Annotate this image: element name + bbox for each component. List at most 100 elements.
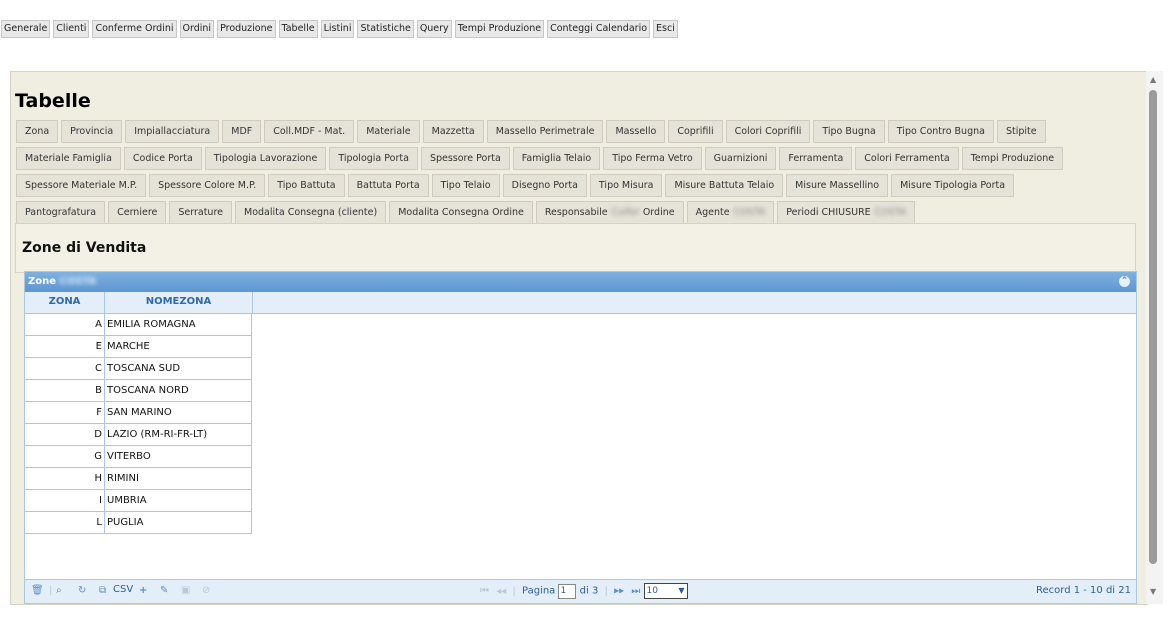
tab-label: Misure Massellino	[795, 180, 880, 191]
tab-label: Periodi CHIUSURE	[786, 207, 871, 218]
tab-serrature[interactable]: Serrature	[169, 201, 232, 224]
collapse-icon[interactable]: ⌃	[1119, 276, 1130, 287]
tab-materiale[interactable]: Materiale	[357, 120, 420, 143]
menu-item-ordini[interactable]: Ordini	[179, 20, 215, 38]
tab-impiallacciatura[interactable]: Impiallacciatura	[125, 120, 220, 143]
table-row[interactable]: L PUGLIA	[25, 512, 252, 534]
menu-item-tabelle[interactable]: Tabelle	[278, 20, 318, 38]
tab-modalita-consegna-ordine[interactable]: Modalita Consegna Ordine	[389, 201, 533, 224]
table-row[interactable]: B TOSCANA NORD	[25, 380, 252, 402]
scrollbar-thumb[interactable]	[1149, 90, 1157, 564]
cell-zona: G	[25, 446, 105, 467]
vertical-scrollbar[interactable]: ▲ ▼	[1146, 71, 1163, 604]
table-row[interactable]: D LAZIO (RM-RI-FR-LT)	[25, 424, 252, 446]
menu-item-clienti[interactable]: Clienti	[53, 20, 90, 38]
tab-provincia[interactable]: Provincia	[61, 120, 123, 143]
menu-item-query[interactable]: Query	[416, 20, 452, 38]
next-page-icon[interactable]: ▸▸	[614, 586, 624, 597]
page-size-select[interactable]: 10 ▼	[643, 583, 688, 599]
section-title: Zone di Vendita	[22, 240, 147, 256]
tab-tipo-ferma-vetro[interactable]: Tipo Ferma Vetro	[603, 147, 702, 170]
tab-colori-ferramenta[interactable]: Colori Ferramenta	[855, 147, 959, 170]
table-row[interactable]: I UMBRIA	[25, 490, 252, 512]
tab-tempi-produzione[interactable]: Tempi Produzione	[961, 147, 1064, 170]
tab-massello[interactable]: Massello	[606, 120, 666, 143]
tab-label: Massello	[615, 126, 657, 137]
cancel-icon[interactable]: ⊘	[202, 585, 210, 596]
menu-item-esci[interactable]: Esci	[653, 20, 678, 38]
tab-mazzetta[interactable]: Mazzetta	[422, 120, 484, 143]
menu-item-listini[interactable]: Listini	[320, 20, 355, 38]
tab-pantografatura[interactable]: Pantografatura	[16, 201, 106, 224]
tab-misure-massellino[interactable]: Misure Massellino	[786, 174, 889, 197]
trash-icon[interactable]: 🗑	[31, 585, 44, 596]
tab-label: MDF	[231, 126, 253, 137]
tab-label: Famiglia Telaio	[521, 153, 592, 164]
pencil-icon[interactable]: ✎	[160, 585, 168, 596]
page-size-value: 10	[646, 586, 658, 596]
tab-tipologia-lavorazione[interactable]: Tipologia Lavorazione	[204, 147, 327, 170]
table-row[interactable]: F SAN MARINO	[25, 402, 252, 424]
tab-tipo-telaio[interactable]: Tipo Telaio	[431, 174, 500, 197]
tab-label: Spessore Colore M.P.	[158, 180, 257, 191]
tab-ferramenta[interactable]: Ferramenta	[779, 147, 853, 170]
tab-row: Zona Provincia Impiallacciatura MDF Coll.MDF…	[16, 120, 1136, 147]
export-icon[interactable]: ⧉	[99, 585, 106, 596]
tab-periodi-chiusure[interactable]: Periodi CHIUSURE COSTA	[777, 201, 916, 224]
tab-materiale-famiglia[interactable]: Materiale Famiglia	[16, 147, 121, 170]
tab-label: Guarnizioni	[713, 153, 768, 164]
tab-coprifili[interactable]: Coprifili	[668, 120, 723, 143]
refresh-icon[interactable]: ↻	[78, 585, 86, 596]
csv-button[interactable]: CSV	[113, 584, 133, 595]
tab-mdf[interactable]: MDF	[222, 120, 262, 143]
scroll-up-icon[interactable]: ▲	[1150, 75, 1156, 84]
tab-colori-coprifili[interactable]: Colori Coprifili	[725, 120, 811, 143]
tab-misure-tipologia-porta[interactable]: Misure Tipologia Porta	[891, 174, 1015, 197]
menu-item-conferme-ordini[interactable]: Conferme Ordini	[92, 20, 177, 38]
table-row[interactable]: C TOSCANA SUD	[25, 358, 252, 380]
column-header-zona[interactable]: ZONA	[25, 292, 105, 313]
menu-item-statistiche[interactable]: Statistiche	[357, 20, 414, 38]
tab-label: Materiale Famiglia	[25, 153, 112, 164]
tab-modalita-consegna-cliente-[interactable]: Modalita Consegna (cliente)	[235, 201, 387, 224]
table-row[interactable]: G VITERBO	[25, 446, 252, 468]
tab-cerniere[interactable]: Cerniere	[108, 201, 167, 224]
last-page-icon[interactable]: ⏭	[631, 586, 640, 597]
table-row[interactable]: H RIMINI	[25, 468, 252, 490]
prev-page-icon[interactable]: ◂◂	[496, 586, 506, 597]
magnifier-icon[interactable]: ⌕	[56, 585, 62, 596]
tab-spessore-porta[interactable]: Spessore Porta	[420, 147, 510, 170]
menu-item-generale[interactable]: Generale	[1, 20, 51, 38]
tab-agente[interactable]: Agente COSTA	[686, 201, 775, 224]
menu-item-conteggi-calendario[interactable]: Conteggi Calendario	[547, 20, 651, 38]
tab-codice-porta[interactable]: Codice Porta	[123, 147, 202, 170]
column-header-nomezona[interactable]: NOMEZONA	[105, 292, 253, 313]
tab-tipologia-porta[interactable]: Tipologia Porta	[329, 147, 418, 170]
cell-nomezona: MARCHE	[105, 336, 252, 357]
plus-icon[interactable]: +	[139, 585, 147, 596]
tab-spessore-colore-m-p-[interactable]: Spessore Colore M.P.	[149, 174, 266, 197]
tab-responsabile[interactable]: Responsabile Colfer Ordine	[535, 201, 684, 224]
table-row[interactable]: E MARCHE	[25, 336, 252, 358]
tab-tipo-bugna[interactable]: Tipo Bugna	[813, 120, 885, 143]
tab-guarnizioni[interactable]: Guarnizioni	[704, 147, 777, 170]
tab-battuta-porta[interactable]: Battuta Porta	[347, 174, 429, 197]
tab-disegno-porta[interactable]: Disegno Porta	[502, 174, 587, 197]
scroll-down-icon[interactable]: ▼	[1150, 587, 1156, 596]
save-icon[interactable]: ▣	[181, 585, 190, 596]
first-page-icon[interactable]: ⏮	[480, 586, 489, 597]
table-row[interactable]: A EMILIA ROMAGNA	[25, 314, 252, 336]
tab-zona[interactable]: Zona	[16, 120, 59, 143]
tab-tipo-battuta[interactable]: Tipo Battuta	[268, 174, 345, 197]
tab-tipo-contro-bugna[interactable]: Tipo Contro Bugna	[887, 120, 994, 143]
menu-item-tempi-produzione[interactable]: Tempi Produzione	[454, 20, 545, 38]
tab-famiglia-telaio[interactable]: Famiglia Telaio	[512, 147, 601, 170]
tab-misure-battuta-telaio[interactable]: Misure Battuta Telaio	[665, 174, 784, 197]
tab-spessore-materiale-m-p-[interactable]: Spessore Materiale M.P.	[16, 174, 147, 197]
menu-item-produzione[interactable]: Produzione	[217, 20, 276, 38]
page-input[interactable]: 1	[558, 583, 577, 599]
tab-massello-perimetrale[interactable]: Massello Perimetrale	[486, 120, 604, 143]
tab-stipite[interactable]: Stipite	[996, 120, 1046, 143]
tab-coll-mdf-mat-[interactable]: Coll.MDF - Mat.	[264, 120, 355, 143]
tab-tipo-misura[interactable]: Tipo Misura	[589, 174, 663, 197]
